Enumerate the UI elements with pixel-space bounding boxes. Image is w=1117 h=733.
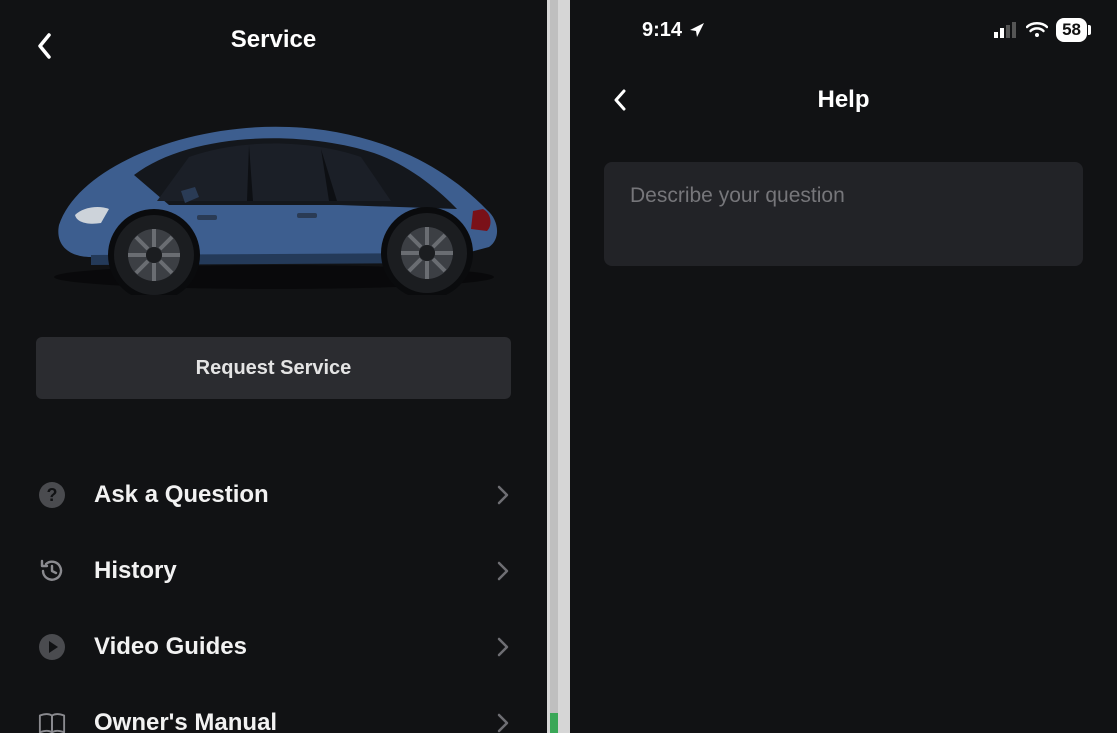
menu-item-history[interactable]: History: [0, 533, 547, 609]
question-input[interactable]: Describe your question: [604, 162, 1083, 266]
page-title: Service: [0, 26, 547, 54]
svg-text:?: ?: [47, 485, 58, 505]
menu-item-label: Ask a Question: [94, 481, 497, 509]
battery-level: 58: [1062, 20, 1081, 40]
help-screen: 9:14 58 Help Describe your question: [570, 0, 1117, 733]
chevron-right-icon: [497, 485, 509, 505]
scrollbar-thumb[interactable]: [550, 713, 558, 733]
menu-item-ask-question[interactable]: ? Ask a Question: [0, 457, 547, 533]
status-icons: 58: [994, 18, 1087, 42]
menu-item-owners-manual[interactable]: Owner's Manual: [0, 685, 547, 733]
request-service-button[interactable]: Request Service: [36, 337, 511, 399]
question-circle-icon: ?: [38, 481, 66, 509]
status-time-group: 9:14: [642, 19, 706, 42]
menu-item-label: Video Guides: [94, 633, 497, 661]
menu-item-video-guides[interactable]: Video Guides: [0, 609, 547, 685]
location-arrow-icon: [688, 21, 706, 39]
book-open-icon: [38, 709, 66, 733]
scrollbar-track[interactable]: [550, 0, 558, 733]
button-label: Request Service: [196, 357, 352, 380]
screens-divider: [547, 0, 570, 733]
status-time: 9:14: [642, 19, 682, 42]
car-illustration: [39, 105, 509, 295]
menu-item-label: History: [94, 557, 497, 585]
wifi-icon: [1026, 22, 1048, 38]
chevron-right-icon: [497, 713, 509, 733]
status-bar: 9:14 58: [570, 0, 1117, 60]
menu-item-label: Owner's Manual: [94, 709, 497, 733]
chevron-right-icon: [497, 637, 509, 657]
service-menu: ? Ask a Question History Video Guides Ow…: [0, 457, 547, 733]
battery-indicator: 58: [1056, 18, 1087, 42]
history-icon: [38, 557, 66, 585]
play-circle-icon: [38, 633, 66, 661]
service-screen: Service: [0, 0, 547, 733]
service-header: Service: [0, 0, 547, 75]
cellular-signal-icon: [994, 22, 1018, 38]
chevron-right-icon: [497, 561, 509, 581]
vehicle-image: [0, 75, 547, 325]
help-header: Help: [570, 60, 1117, 138]
input-placeholder: Describe your question: [630, 184, 1057, 208]
page-title: Help: [570, 86, 1117, 114]
